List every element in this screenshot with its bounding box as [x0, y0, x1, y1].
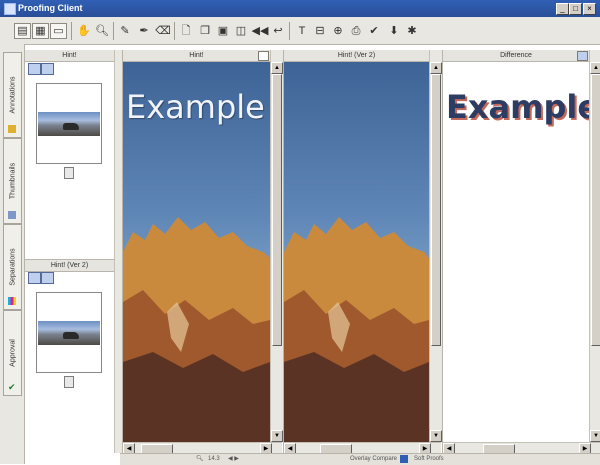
tab-separations-label: Separations — [9, 248, 16, 286]
application-window: Proofing Client _ □ × ▤ ▦ ▭ ✋ 🔍︎ ✎ ✒ ⌫ 🗋… — [0, 0, 600, 465]
difference-panel: Difference Example ▲ ▼ ◀ ▶ — [442, 50, 600, 455]
view-grid-icon[interactable] — [41, 63, 54, 75]
vertical-tab-strip: Annotations Thumbnails Separations Appro… — [0, 44, 25, 464]
page-indicator-icon[interactable] — [64, 167, 74, 179]
mountain-graphic — [284, 217, 429, 442]
scroll-down-icon[interactable]: ▼ — [430, 430, 442, 442]
toolbar-separator — [174, 22, 175, 40]
image-panel-middle: Hint! (Ver 2) ▲ ▼ ◀ ▶ — [283, 50, 442, 455]
panel-right-vscroll[interactable]: ▲ ▼ — [589, 50, 600, 442]
zoom-icon[interactable]: 🔍︎ — [196, 455, 204, 464]
eraser-icon[interactable]: ⌫ — [155, 23, 171, 39]
zoom-value[interactable]: 14.3 — [208, 455, 220, 464]
panel-left-vscroll[interactable]: ▲ ▼ — [270, 50, 283, 442]
scroll-up-icon[interactable]: ▲ — [271, 62, 283, 74]
maximize-button[interactable]: □ — [569, 3, 582, 15]
thumbnail-page-1[interactable] — [36, 83, 102, 164]
panel-option-icon[interactable] — [577, 51, 588, 61]
toolbar: ▤ ▦ ▭ ✋ 🔍︎ ✎ ✒ ⌫ 🗋 ❐ ▣ ◫ ◀◀ ↩ T ⊟ ⊕ ⎙ ✔ … — [0, 17, 600, 45]
minimize-button[interactable]: _ — [556, 3, 569, 15]
tab-annotations-label: Annotations — [9, 76, 16, 114]
window-title: Proofing Client — [18, 3, 83, 13]
image-panel-left: Hint! Example ▲ ▼ ◀ ▶ — [122, 50, 283, 455]
text-tool-icon[interactable]: T — [294, 23, 310, 39]
scroll-up-icon[interactable]: ▲ — [430, 62, 442, 74]
scroll-thumb[interactable] — [431, 74, 441, 346]
car-graphic — [62, 331, 79, 339]
rewind-icon[interactable]: ◀◀ — [252, 23, 269, 39]
mountain-image-left[interactable]: Example — [123, 62, 270, 442]
view-single-icon[interactable] — [28, 272, 41, 284]
thumbnail-image — [38, 321, 100, 345]
pin-icon[interactable]: ✱ — [404, 23, 420, 39]
pen-icon[interactable]: ✒ — [136, 23, 152, 39]
mountain-image-middle[interactable] — [284, 62, 429, 442]
tab-thumbnails[interactable]: Thumbnails — [3, 138, 22, 224]
tab-approval-label: Approval — [9, 339, 16, 367]
toolbar-separator — [289, 22, 290, 40]
example-text-difference: Example — [446, 88, 600, 126]
approve-icon[interactable]: ✔ — [366, 23, 382, 39]
panel-right-header: Difference — [443, 50, 589, 62]
scroll-up-icon[interactable]: ▲ — [590, 62, 600, 74]
stamp-icon[interactable]: ⊟ — [312, 23, 328, 39]
scroll-thumb[interactable] — [272, 74, 282, 346]
close-button[interactable]: × — [583, 3, 596, 15]
car-graphic — [62, 122, 79, 130]
page-view-icon[interactable]: ▣ — [215, 23, 231, 39]
thumbnail-header-1: Hint! — [25, 50, 114, 62]
separation-tab-icon — [8, 297, 16, 305]
thumbnail-tab-icon — [8, 211, 16, 219]
color-swatch-icon — [400, 455, 408, 463]
panel-left-header: Hint! — [123, 50, 270, 62]
status-bar: 🔍︎ 14.3 ◀ ▶ Overlay Compare Soft Proofs — [120, 453, 600, 465]
window-icon[interactable]: ▭ — [50, 23, 67, 39]
toolbar-separator — [71, 22, 72, 40]
layout-icon[interactable]: ▤ — [14, 23, 31, 39]
page-pair-icon[interactable]: ❐ — [197, 23, 213, 39]
app-icon — [4, 3, 16, 15]
back-icon[interactable]: ↩ — [270, 23, 286, 39]
hand-tool-icon[interactable]: ✋ — [76, 23, 92, 39]
thumbnail-image — [38, 112, 100, 136]
checkmark-icon: ✔ — [8, 382, 16, 392]
page-icon[interactable]: 🗋 — [178, 23, 194, 39]
page-indicator-icon[interactable] — [64, 376, 74, 388]
zoom-icon[interactable]: 🔍︎ — [94, 23, 110, 39]
measure-icon[interactable]: ⊕ — [330, 23, 346, 39]
layout-alt-icon[interactable]: ▦ — [32, 23, 49, 39]
thumbnail-view-icons-2[interactable] — [28, 272, 54, 284]
title-bar: Proofing Client _ □ × — [0, 0, 600, 17]
annotation-icon[interactable]: ✎ — [117, 23, 133, 39]
scroll-down-icon[interactable]: ▼ — [271, 430, 283, 442]
scroll-thumb[interactable] — [591, 74, 600, 346]
print-icon[interactable]: ⎙ — [348, 23, 364, 39]
page-nav-icon[interactable]: ◀ ▶ — [228, 455, 239, 464]
layer-selector[interactable]: Soft Proofs — [414, 455, 444, 464]
panel-middle-vscroll[interactable]: ▲ ▼ — [429, 50, 442, 442]
view-single-icon[interactable] — [28, 63, 41, 75]
compare-icon[interactable]: ◫ — [233, 23, 249, 39]
mountain-graphic — [123, 217, 270, 442]
annotation-tab-icon — [8, 125, 16, 133]
panel-option-icon[interactable] — [258, 51, 269, 61]
thumbnail-view-icons[interactable] — [28, 63, 54, 75]
tab-thumbnails-label: Thumbnails — [9, 162, 16, 200]
tab-approval[interactable]: Approval ✔ — [3, 310, 22, 396]
tab-separations[interactable]: Separations — [3, 224, 22, 310]
scroll-down-icon[interactable]: ▼ — [590, 430, 600, 442]
thumbnail-header-2: Hint! (Ver 2) — [25, 259, 114, 272]
download-icon[interactable]: ⬇ — [386, 23, 402, 39]
thumbnails-panel: Hint! Hint! (Ver 2) — [25, 50, 115, 453]
panel-middle-header: Hint! (Ver 2) — [284, 50, 429, 62]
thumbnail-page-2[interactable] — [36, 292, 102, 373]
toolbar-separator — [113, 22, 114, 40]
tab-annotations[interactable]: Annotations — [3, 52, 22, 138]
view-grid-icon[interactable] — [41, 272, 54, 284]
compare-mode[interactable]: Overlay Compare — [350, 455, 397, 464]
